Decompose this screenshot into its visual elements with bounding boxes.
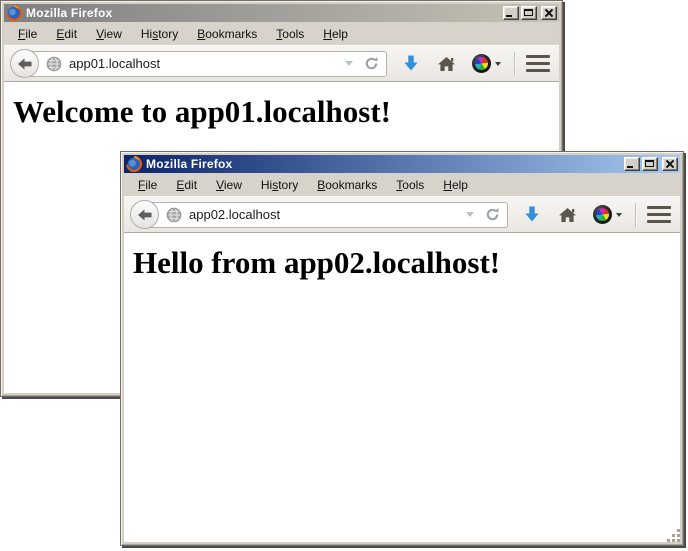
window-title: Mozilla Firefox xyxy=(25,6,500,20)
url-text: app02.localhost xyxy=(189,207,466,222)
desktop: Mozilla Firefox File Edit View History B… xyxy=(0,0,688,551)
menu-file[interactable]: File xyxy=(9,24,47,44)
page-heading: Welcome to app01.localhost! xyxy=(13,94,559,130)
page-content: Hello from app02.localhost! xyxy=(124,233,680,542)
menu-help[interactable]: Help xyxy=(314,24,358,44)
menu-view[interactable]: View xyxy=(207,175,252,195)
close-button[interactable] xyxy=(662,157,678,171)
toolbar-separator xyxy=(635,203,636,227)
firefox-logo-icon[interactable] xyxy=(6,5,22,21)
menu-history[interactable]: History xyxy=(252,175,308,195)
navigation-toolbar: app01.localhost xyxy=(4,45,559,82)
hamburger-menu-icon xyxy=(526,55,550,58)
resize-grip[interactable] xyxy=(666,528,682,544)
globe-icon[interactable] xyxy=(46,56,62,72)
firefox-window-app02: Mozilla Firefox File Edit View History B… xyxy=(120,151,684,546)
home-button[interactable] xyxy=(437,55,456,73)
hamburger-menu-icon xyxy=(647,206,671,209)
urlbar-dropdown-icon[interactable] xyxy=(466,212,474,217)
home-button[interactable] xyxy=(558,206,577,224)
menu-view[interactable]: View xyxy=(87,24,132,44)
menubar: File Edit View History Bookmarks Tools H… xyxy=(124,173,680,196)
url-text: app01.localhost xyxy=(69,56,345,71)
chevron-down-icon xyxy=(495,62,501,66)
titlebar[interactable]: Mozilla Firefox xyxy=(124,155,680,173)
back-button[interactable] xyxy=(10,49,39,78)
addon-button[interactable] xyxy=(472,54,501,73)
globe-icon[interactable] xyxy=(166,207,182,223)
window-title: Mozilla Firefox xyxy=(145,157,621,171)
page-heading: Hello from app02.localhost! xyxy=(133,245,680,281)
menu-history[interactable]: History xyxy=(132,24,188,44)
hamburger-menu-button[interactable] xyxy=(647,206,671,223)
menu-bookmarks[interactable]: Bookmarks xyxy=(308,175,387,195)
back-arrow-icon xyxy=(18,58,32,70)
menu-tools[interactable]: Tools xyxy=(387,175,434,195)
menu-tools[interactable]: Tools xyxy=(267,24,314,44)
maximize-button[interactable] xyxy=(521,6,537,20)
menu-bookmarks[interactable]: Bookmarks xyxy=(188,24,267,44)
firefox-logo-icon[interactable] xyxy=(126,156,142,172)
hamburger-menu-button[interactable] xyxy=(526,55,550,72)
navigation-toolbar: app02.localhost xyxy=(124,196,680,233)
reload-icon[interactable] xyxy=(485,207,500,222)
download-button[interactable] xyxy=(402,54,420,73)
chevron-down-icon xyxy=(616,213,622,217)
back-button[interactable] xyxy=(130,200,159,229)
close-button[interactable] xyxy=(541,6,557,20)
menu-help[interactable]: Help xyxy=(434,175,478,195)
menu-edit[interactable]: Edit xyxy=(167,175,207,195)
urlbar-dropdown-icon[interactable] xyxy=(345,61,353,66)
menubar: File Edit View History Bookmarks Tools H… xyxy=(4,22,559,45)
back-arrow-icon xyxy=(138,209,152,221)
maximize-button[interactable] xyxy=(642,157,658,171)
menu-file[interactable]: File xyxy=(129,175,167,195)
url-bar[interactable]: app01.localhost xyxy=(26,51,387,77)
colorwheel-icon xyxy=(472,54,491,73)
minimize-button[interactable] xyxy=(503,6,519,20)
addon-button[interactable] xyxy=(593,205,622,224)
minimize-button[interactable] xyxy=(624,157,640,171)
url-bar[interactable]: app02.localhost xyxy=(146,202,508,228)
download-button[interactable] xyxy=(523,205,541,224)
reload-icon[interactable] xyxy=(364,56,379,71)
titlebar[interactable]: Mozilla Firefox xyxy=(4,4,559,22)
toolbar-separator xyxy=(514,52,515,76)
menu-edit[interactable]: Edit xyxy=(47,24,87,44)
colorwheel-icon xyxy=(593,205,612,224)
